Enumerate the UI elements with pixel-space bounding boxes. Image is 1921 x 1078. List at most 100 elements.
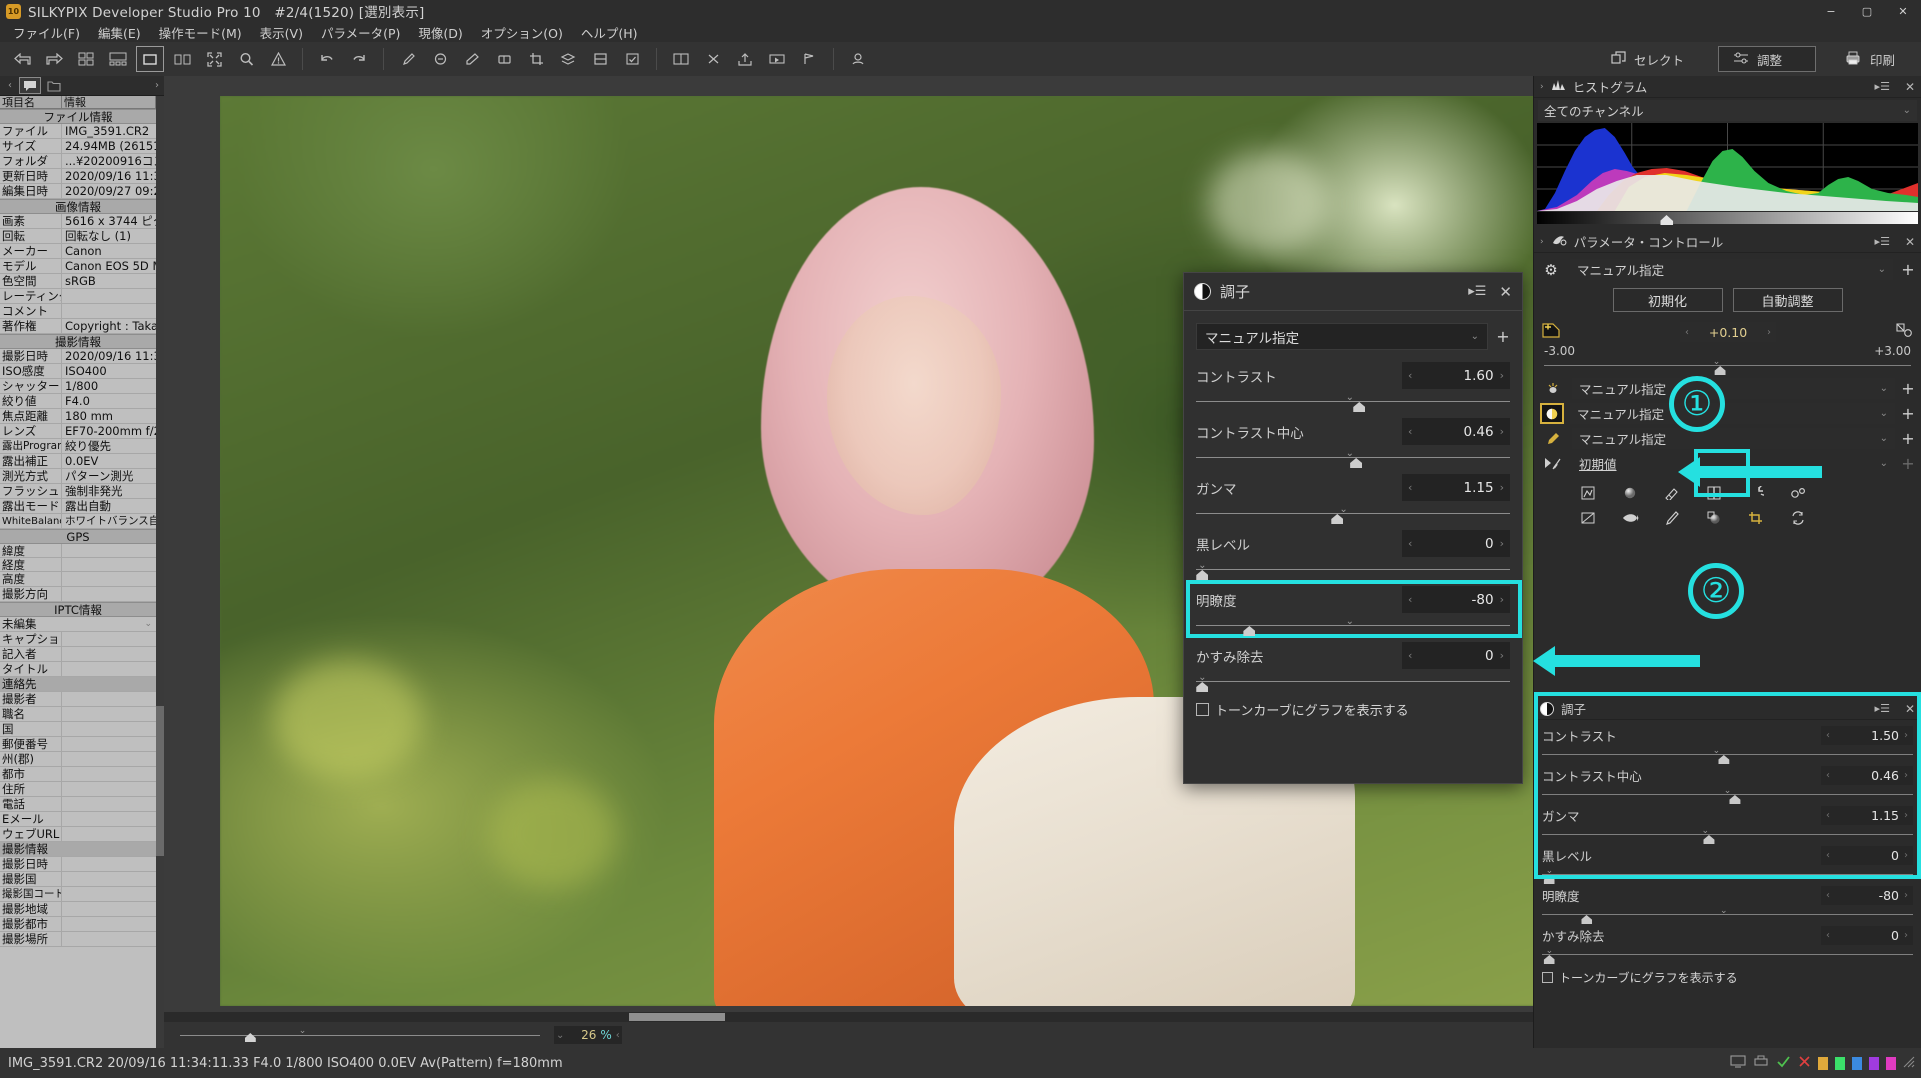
tone-contrast-center-slider[interactable]: ⌄: [1542, 786, 1913, 804]
close-icon[interactable]: ✕: [1905, 702, 1915, 716]
table-row[interactable]: 州(郡): [0, 751, 156, 767]
table-row[interactable]: 住所: [0, 781, 156, 797]
reset-button[interactable]: 初期化: [1612, 288, 1723, 312]
status-close-icon[interactable]: [1798, 1055, 1811, 1071]
table-row[interactable]: 撮影方向: [0, 586, 156, 602]
table-row[interactable]: ISO感度 ISO400: [0, 363, 156, 379]
iptc-status-dropdown[interactable]: 未編集 ⌄: [0, 617, 156, 632]
param-clarity-spinner[interactable]: ‹ -80 ›: [1402, 586, 1510, 613]
tone-dropdown[interactable]: マニュアル指定 ⌄: [1570, 403, 1895, 424]
tone-icon[interactable]: [1540, 403, 1564, 424]
table-row[interactable]: ファイル IMG_3591.CR2: [0, 123, 156, 139]
status-swatch[interactable]: [1818, 1056, 1828, 1070]
table-row[interactable]: 色空間 sRGB: [0, 273, 156, 289]
color-icon[interactable]: [1540, 429, 1566, 449]
taper-icon[interactable]: [795, 46, 823, 72]
tone-panel-curve-checkbox[interactable]: [1542, 972, 1553, 983]
rotate-icon[interactable]: [699, 46, 727, 72]
check-icon[interactable]: [618, 46, 646, 72]
chevron-right-icon[interactable]: ›: [1540, 237, 1544, 247]
menu-options[interactable]: オプション(O): [472, 21, 572, 44]
tone-clarity-slider[interactable]: ⌄: [1542, 906, 1913, 924]
tone-black-level-spinner[interactable]: ‹ 0 ›: [1821, 846, 1913, 865]
grid-view-icon[interactable]: [72, 46, 100, 72]
increment-icon[interactable]: ›: [1500, 481, 1504, 494]
shading-icon[interactable]: [1578, 511, 1598, 529]
table-row[interactable]: 都市: [0, 766, 156, 782]
table-row[interactable]: Eメール: [0, 811, 156, 827]
param-contrast-center-spinner[interactable]: ‹ 0.46 ›: [1402, 418, 1510, 445]
table-row[interactable]: 編集日時2020/09/27 09:21:: [0, 183, 156, 199]
table-row[interactable]: 撮影場所: [0, 931, 156, 947]
panel-menu-icon[interactable]: ▸☰: [1875, 80, 1890, 93]
brush-icon[interactable]: [394, 46, 422, 72]
table-row[interactable]: 露出モード 露出自動: [0, 498, 156, 514]
add-color-button[interactable]: +: [1901, 429, 1915, 448]
menu-develop[interactable]: 現像(D): [409, 21, 471, 44]
menu-mode[interactable]: 操作モード(M): [150, 21, 251, 44]
table-row[interactable]: 撮影者: [0, 691, 156, 707]
panel-menu-icon[interactable]: ▸☰: [1875, 702, 1890, 715]
tone-contrast-spinner[interactable]: ‹ 1.50 ›: [1821, 726, 1913, 745]
crop-tool-icon[interactable]: [1746, 511, 1766, 529]
status-printer-icon[interactable]: [1753, 1055, 1769, 1071]
add-preset-button[interactable]: +: [1496, 327, 1510, 346]
table-row[interactable]: WhiteBalanceホワイトバランス自動: [0, 513, 156, 529]
table-row[interactable]: 更新日時2020/09/16 11:34:: [0, 168, 156, 184]
table-row[interactable]: 郵便番号: [0, 736, 156, 752]
table-row[interactable]: 焦点距離 180 mm: [0, 408, 156, 424]
table-row[interactable]: 画素5616 x 3744 ピクセ: [0, 213, 156, 229]
table-row[interactable]: ウェブURL: [0, 826, 156, 842]
eraser-icon[interactable]: [490, 46, 518, 72]
increment-icon[interactable]: ›: [1500, 593, 1504, 606]
table-row[interactable]: フォルダ ...¥20200916コス: [0, 153, 156, 169]
status-check-icon[interactable]: [1776, 1055, 1791, 1071]
table-row[interactable]: モデルCanon EOS 5D Ma: [0, 258, 156, 274]
redo-icon[interactable]: [345, 46, 373, 72]
tone-gamma-spinner[interactable]: ‹ 1.15 ›: [1821, 806, 1913, 825]
info-tab[interactable]: [19, 77, 41, 94]
close-icon[interactable]: ✕: [1905, 80, 1915, 94]
panel-menu-icon[interactable]: ▸☰: [1875, 235, 1890, 248]
increment-icon[interactable]: ›: [1500, 425, 1504, 438]
tone-contrast-center-spinner[interactable]: ‹ 0.46 ›: [1821, 766, 1913, 785]
table-row[interactable]: 経度: [0, 557, 156, 572]
increment-icon[interactable]: ›: [1500, 369, 1504, 382]
chevron-left-icon[interactable]: ‹: [616, 1030, 620, 1041]
filmstrip-view-icon[interactable]: [104, 46, 132, 72]
warning-icon[interactable]: [264, 46, 292, 72]
left-panel-scrollbar[interactable]: [156, 96, 164, 1048]
param-contrast-center-slider[interactable]: ⌄: [1196, 448, 1510, 470]
table-row[interactable]: レンズ EF70-200mm f/2.: [0, 423, 156, 439]
status-swatch[interactable]: [1852, 1056, 1862, 1070]
table-row[interactable]: 露出Program 絞り優先: [0, 438, 156, 454]
menu-parameter[interactable]: パラメータ(P): [312, 21, 409, 44]
table-row[interactable]: 撮影日時: [0, 856, 156, 872]
table-row[interactable]: メーカー Canon: [0, 243, 156, 259]
table-row[interactable]: タイトル: [0, 661, 156, 677]
magnifier-icon[interactable]: [232, 46, 260, 72]
gear-icon[interactable]: ⚙: [1540, 261, 1562, 279]
table-row[interactable]: コメント: [0, 303, 156, 319]
back-arrow-icon[interactable]: [8, 46, 36, 72]
rotate-reset-icon[interactable]: [1746, 483, 1770, 504]
table-row[interactable]: 撮影国コード: [0, 886, 156, 902]
brush-tool-icon[interactable]: [1662, 510, 1682, 529]
add-white-balance-button[interactable]: +: [1901, 379, 1915, 398]
histogram-gradient-bar[interactable]: [1537, 212, 1918, 225]
add-tone-button[interactable]: +: [1901, 404, 1915, 423]
undo-icon[interactable]: [313, 46, 341, 72]
table-row[interactable]: シャッター 1/800: [0, 378, 156, 394]
param-dehaze-slider[interactable]: ⌄: [1196, 672, 1510, 694]
exposure-icon[interactable]: [1542, 323, 1560, 341]
gradient-icon[interactable]: [586, 46, 614, 72]
table-row[interactable]: 記入者: [0, 646, 156, 662]
tone-panel-curve-checkbox-row[interactable]: トーンカーブにグラフを表示する: [1542, 969, 1913, 986]
mode-print[interactable]: 印刷: [1830, 46, 1909, 72]
compare-side-icon[interactable]: [667, 46, 695, 72]
increment-icon[interactable]: ›: [1904, 850, 1908, 861]
menu-help[interactable]: ヘルプ(H): [572, 21, 647, 44]
settings-plus-icon[interactable]: [1788, 486, 1808, 504]
status-grip-icon[interactable]: [1903, 1056, 1915, 1071]
tone-curve-checkbox-row[interactable]: トーンカーブにグラフを表示する: [1196, 700, 1510, 719]
